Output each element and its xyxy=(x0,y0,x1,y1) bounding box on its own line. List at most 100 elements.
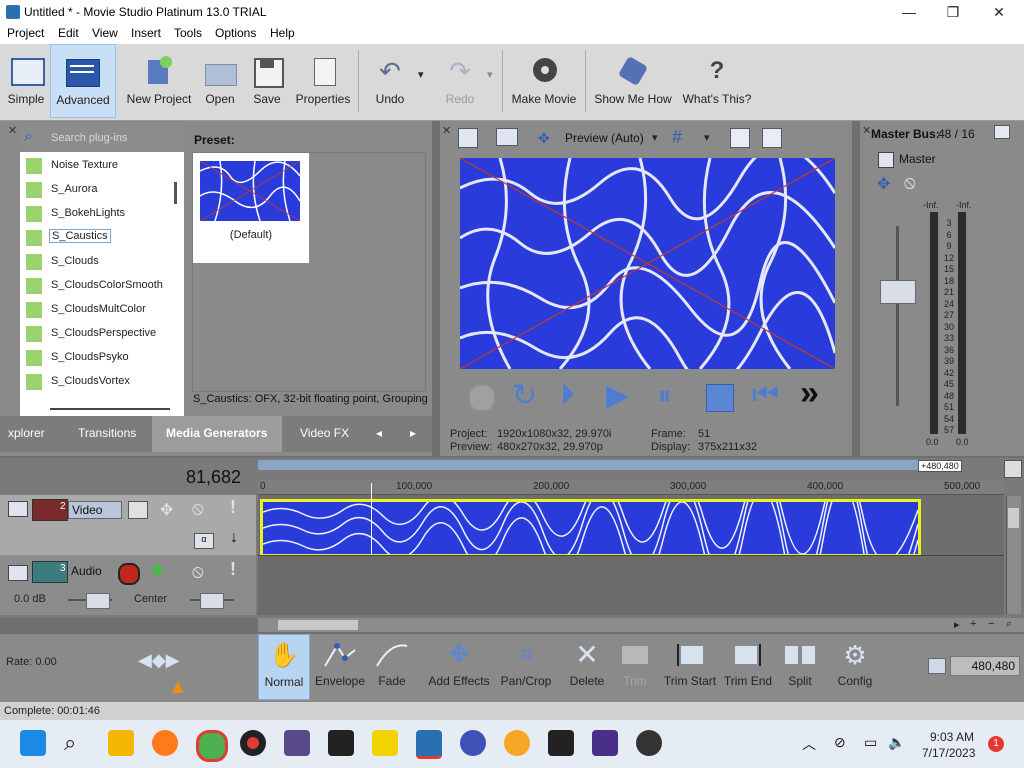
preset-thumbnail[interactable]: (Default) xyxy=(193,153,309,263)
close-button[interactable]: ✕ xyxy=(976,0,1022,24)
properties-button[interactable]: Properties xyxy=(294,44,352,116)
tab-scroll-left-icon[interactable]: ◂ xyxy=(376,426,382,440)
vertical-scroll-thumb[interactable] xyxy=(1008,508,1019,528)
firefox-icon[interactable] xyxy=(152,730,178,756)
fade-button[interactable]: Fade xyxy=(372,634,412,698)
list-item[interactable]: S_CloudsColorSmooth xyxy=(20,274,184,298)
menu-tools[interactable]: Tools xyxy=(174,26,202,40)
player-icon[interactable] xyxy=(636,730,662,756)
horizontal-scroll-thumb[interactable] xyxy=(278,620,358,630)
redo-dropdown-icon[interactable]: ▾ xyxy=(487,68,493,81)
menu-insert[interactable]: Insert xyxy=(131,26,161,40)
alpha-icon[interactable]: α xyxy=(194,533,214,549)
tab-scroll-right-icon[interactable]: ▸ xyxy=(410,426,416,440)
make-movie-button[interactable]: Make Movie xyxy=(510,44,578,116)
advanced-button[interactable]: Advanced xyxy=(50,44,116,118)
play-icon[interactable]: ▶ xyxy=(606,378,629,413)
close-master-icon[interactable]: ✕ xyxy=(862,124,871,137)
whats-this-button[interactable]: ? What's This? xyxy=(682,44,752,116)
loop-icon[interactable]: ↻ xyxy=(512,378,537,413)
copy-snapshot-icon[interactable] xyxy=(730,128,750,148)
open-button[interactable]: Open xyxy=(200,44,240,116)
save-button[interactable]: Save xyxy=(250,44,284,116)
track-fx-icon[interactable]: ✥ xyxy=(160,500,173,520)
pause-icon[interactable]: ⏸ xyxy=(658,380,671,412)
list-item[interactable]: S_CloudsMultColor xyxy=(20,298,184,322)
menu-help[interactable]: Help xyxy=(270,26,295,40)
chrome-icon[interactable] xyxy=(196,730,228,762)
master-properties-icon[interactable] xyxy=(994,125,1010,139)
search-icon[interactable]: ⌕ xyxy=(64,730,90,756)
tab-transitions[interactable]: Transitions xyxy=(78,426,136,440)
stop-icon[interactable] xyxy=(706,384,734,412)
list-scrollbar[interactable] xyxy=(174,182,177,204)
menu-options[interactable]: Options xyxy=(215,26,256,40)
battery-icon[interactable]: ▭ xyxy=(864,734,877,751)
preview-properties-icon[interactable] xyxy=(458,128,478,148)
network-off-icon[interactable]: ⊘ xyxy=(834,734,846,751)
list-item-selected[interactable]: S_Caustics xyxy=(20,226,184,250)
app-t-icon[interactable] xyxy=(548,730,574,756)
app-v-icon[interactable] xyxy=(460,730,486,756)
compositing-icon[interactable] xyxy=(128,501,148,519)
chevron-down-icon[interactable]: ▾ xyxy=(704,131,710,144)
solo-icon[interactable]: ! xyxy=(230,559,236,580)
app-s-icon[interactable] xyxy=(504,730,530,756)
track-expand-icon[interactable] xyxy=(8,565,28,581)
save-snapshot-icon[interactable] xyxy=(762,128,782,148)
undo-dropdown-icon[interactable]: ▾ xyxy=(418,68,424,81)
list-item[interactable]: Noise Texture xyxy=(20,154,184,178)
redo-button[interactable]: ↷ Redo xyxy=(438,44,482,116)
menu-project[interactable]: Project xyxy=(7,26,44,40)
pan-slider[interactable] xyxy=(200,593,224,609)
video-track-name-field[interactable]: Video xyxy=(68,501,122,519)
video-editor-icon[interactable] xyxy=(284,730,310,756)
trim-start-button[interactable]: Trim Start xyxy=(662,634,718,698)
play-from-start-icon[interactable]: ⏵ xyxy=(560,378,575,412)
mute-box-icon[interactable] xyxy=(878,152,894,168)
mute-icon[interactable]: ⦸ xyxy=(192,498,204,519)
archive-icon[interactable] xyxy=(328,730,354,756)
arm-record-icon[interactable] xyxy=(118,563,140,585)
snapping-icon[interactable] xyxy=(928,658,946,674)
minimize-button[interactable]: — xyxy=(886,0,932,24)
simple-button[interactable]: Simple xyxy=(4,44,48,116)
list-item[interactable]: S_CloudsVortex xyxy=(20,370,184,394)
grid-icon[interactable]: # xyxy=(672,127,682,148)
speaker-icon[interactable]: 🔈 xyxy=(888,734,905,751)
envelope-tool[interactable]: Envelope xyxy=(314,634,366,698)
cursor-position-field[interactable]: 480,480 xyxy=(950,656,1020,676)
menu-edit[interactable]: Edit xyxy=(58,26,79,40)
tab-media-generators[interactable]: Media Generators xyxy=(166,426,267,440)
record-icon[interactable] xyxy=(468,384,496,412)
close-panel-icon[interactable]: ✕ xyxy=(8,124,17,137)
video-preview[interactable] xyxy=(460,158,835,369)
zoom-in-icon[interactable]: + xyxy=(970,618,976,630)
chevron-up-icon[interactable]: ︿ xyxy=(802,734,816,754)
pan-crop-button[interactable]: ⌗ Pan/Crop xyxy=(498,634,554,698)
time-ruler[interactable]: 0 100,000 200,000 300,000 400,000 500,00… xyxy=(258,480,1004,495)
mute-icon[interactable]: ⦸ xyxy=(192,561,204,582)
trim-end-button[interactable]: Trim End xyxy=(722,634,774,698)
track-expand-icon[interactable] xyxy=(8,501,28,517)
trim-button[interactable]: Trim xyxy=(614,634,656,698)
loop-region[interactable] xyxy=(258,460,918,470)
plugin-search[interactable]: ⌕ Search plug-ins xyxy=(20,126,184,150)
marker-flag-icon[interactable] xyxy=(1004,460,1022,478)
audio-lane[interactable] xyxy=(258,556,1004,615)
vertical-scrollbar[interactable] xyxy=(1006,496,1021,614)
split-button[interactable]: Split xyxy=(780,634,820,698)
media-app-icon[interactable] xyxy=(592,730,618,756)
file-explorer-icon[interactable] xyxy=(108,730,134,756)
tab-video-fx[interactable]: Video FX xyxy=(300,426,349,440)
horizontal-timeline-scrollbar[interactable]: ▸ + − ⌕ xyxy=(258,618,1024,632)
app-y-icon[interactable] xyxy=(372,730,398,756)
list-item[interactable]: S_CloudsPsyko xyxy=(20,346,184,370)
list-item[interactable]: S_Aurora xyxy=(20,178,184,202)
preview-quality-dropdown[interactable]: Preview (Auto) xyxy=(565,131,644,145)
horizontal-scrollbar[interactable] xyxy=(50,408,170,410)
tab-explorer[interactable]: xplorer xyxy=(8,426,45,440)
movie-studio-taskbar-icon[interactable] xyxy=(416,730,442,759)
menu-view[interactable]: View xyxy=(92,26,118,40)
shuttle-control-icon[interactable]: ◀◆▶ xyxy=(138,650,180,671)
